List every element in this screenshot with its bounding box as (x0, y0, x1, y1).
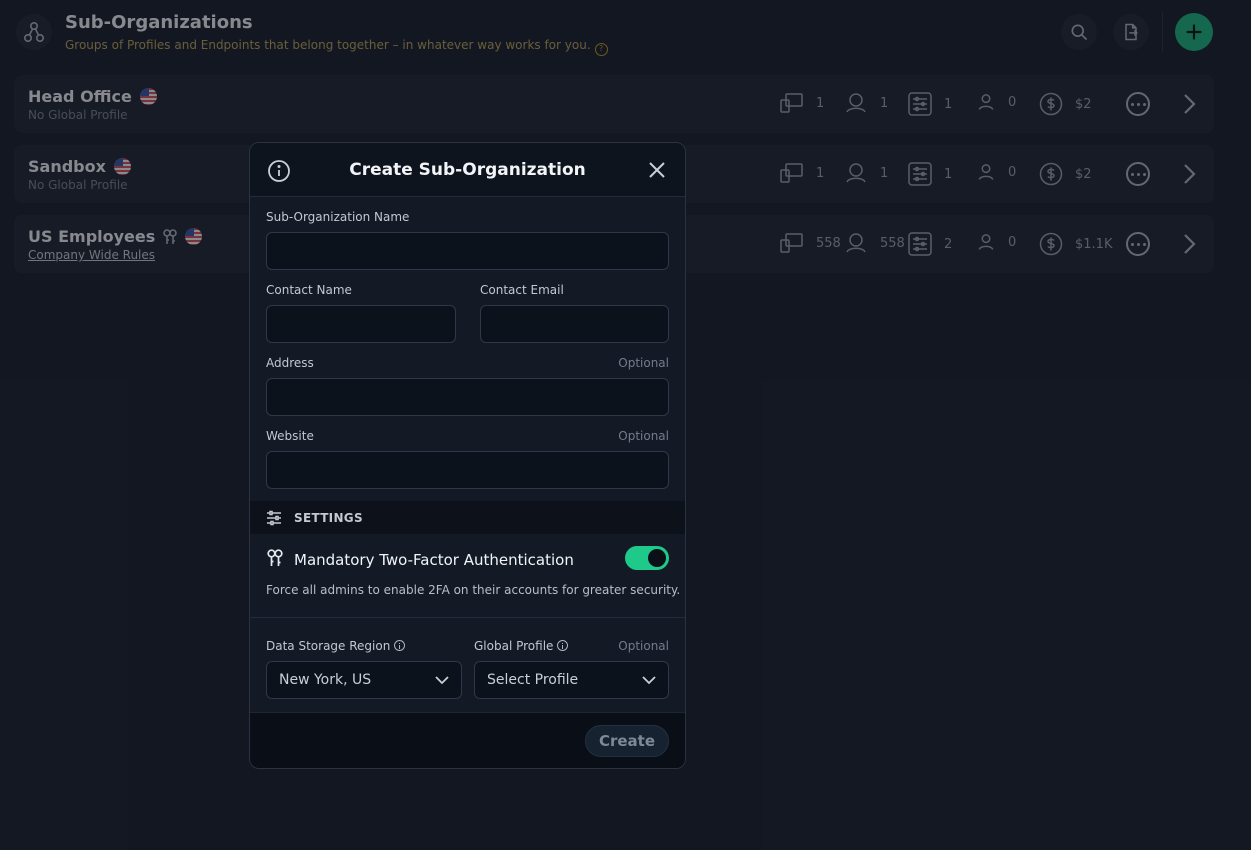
global-profile-label-text: Global Profile (474, 639, 554, 653)
data-region-select[interactable]: New York, US (266, 661, 462, 699)
key-icon (267, 549, 283, 566)
section-divider (250, 617, 685, 618)
sub-org-name-label: Sub-Organization Name (266, 210, 410, 224)
address-label: Address (266, 356, 314, 370)
global-profile-select[interactable]: Select Profile (474, 661, 669, 699)
data-region-label: Data Storage Region (266, 639, 406, 653)
create-sub-org-modal: Create Sub-Organization Sub-Organization… (249, 142, 686, 769)
sliders-icon (267, 510, 281, 526)
profile-info-icon[interactable] (557, 640, 569, 651)
data-region-label-text: Data Storage Region (266, 639, 391, 653)
two-factor-description: Force all admins to enable 2FA on their … (266, 583, 681, 597)
global-profile-value: Select Profile (487, 672, 579, 688)
global-profile-label: Global Profile (474, 639, 569, 653)
website-input[interactable] (266, 451, 669, 489)
modal-title: Create Sub-Organization (349, 160, 586, 180)
contact-email-label: Contact Email (480, 283, 564, 297)
contact-name-input[interactable] (266, 305, 456, 343)
contact-name-label: Contact Name (266, 283, 352, 297)
website-label: Website (266, 429, 314, 443)
contact-email-input[interactable] (480, 305, 669, 343)
modal-footer: Create (250, 712, 685, 768)
data-region-value: New York, US (279, 672, 372, 688)
chevron-down-icon (642, 676, 656, 685)
region-info-icon[interactable] (394, 640, 406, 651)
address-optional-tag: Optional (618, 356, 669, 370)
website-optional-tag: Optional (618, 429, 669, 443)
settings-label: SETTINGS (294, 511, 363, 525)
modal-header: Create Sub-Organization (250, 143, 685, 197)
close-icon[interactable] (647, 160, 667, 180)
profile-optional-tag: Optional (618, 639, 669, 653)
settings-section-header: SETTINGS (250, 501, 685, 534)
address-input[interactable] (266, 378, 669, 416)
two-factor-toggle[interactable] (625, 546, 669, 570)
two-factor-title: Mandatory Two-Factor Authentication (294, 551, 574, 569)
sub-org-name-input[interactable] (266, 232, 669, 270)
toggle-knob (648, 549, 666, 567)
create-button[interactable]: Create (585, 725, 669, 757)
chevron-down-icon (435, 676, 449, 685)
